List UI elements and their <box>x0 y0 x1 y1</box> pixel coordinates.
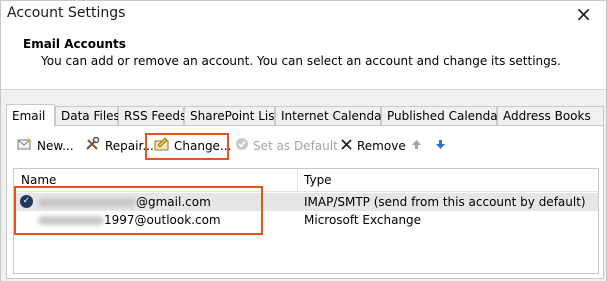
repair-button[interactable]: Repair... <box>85 134 154 158</box>
new-account-icon <box>17 137 33 155</box>
new-button[interactable]: New... <box>17 134 74 158</box>
tab-data-files[interactable]: Data Files <box>55 106 120 125</box>
title-bar: Account Settings × <box>1 1 606 31</box>
check-circle-icon <box>235 137 249 155</box>
accounts-highlight <box>14 186 263 235</box>
set-as-default-label: Set as Default <box>253 139 338 153</box>
close-icon[interactable]: × <box>575 2 592 26</box>
tab-sharepoint-lists[interactable]: SharePoint Lists <box>184 106 285 125</box>
new-label: New... <box>37 139 74 153</box>
tab-address-books[interactable]: Address Books <box>497 106 604 125</box>
change-button-highlight <box>145 133 229 160</box>
set-as-default-button[interactable]: Set as Default <box>235 134 338 158</box>
tab-internet-calendars[interactable]: Internet Calendars <box>275 106 393 125</box>
remove-x-icon <box>340 138 353 155</box>
dialog-body: Email Data Files RSS Feeds SharePoint Li… <box>1 89 606 281</box>
remove-button[interactable]: Remove <box>340 134 406 158</box>
tab-strip: Email Data Files RSS Feeds SharePoint Li… <box>6 104 606 126</box>
account-settings-window: Account Settings × Email Accounts You ca… <box>0 0 607 281</box>
repair-tools-icon <box>85 136 101 155</box>
tab-email[interactable]: Email <box>6 104 55 126</box>
arrow-up-icon <box>411 138 422 154</box>
header-section: Email Accounts You can add or remove an … <box>1 31 606 89</box>
move-up-button[interactable] <box>411 134 426 158</box>
section-description: You can add or remove an account. You ca… <box>41 54 561 68</box>
arrow-down-icon <box>435 138 446 154</box>
column-header-name[interactable]: Name <box>21 173 56 187</box>
move-down-button[interactable] <box>435 134 450 158</box>
section-title: Email Accounts <box>23 37 126 51</box>
account-type: Microsoft Exchange <box>304 213 422 227</box>
column-header-type[interactable]: Type <box>304 173 332 187</box>
window-title: Account Settings <box>7 5 126 21</box>
toolbar: New... Repair... Change... Set as Defaul… <box>7 134 603 158</box>
remove-label: Remove <box>357 139 406 153</box>
column-divider <box>297 169 298 191</box>
email-tab-panel: New... Repair... Change... Set as Defaul… <box>6 125 604 279</box>
tab-rss-feeds[interactable]: RSS Feeds <box>118 106 186 125</box>
tab-published-calendars[interactable]: Published Calendars <box>381 106 509 125</box>
account-type: IMAP/SMTP (send from this account by def… <box>304 195 586 209</box>
